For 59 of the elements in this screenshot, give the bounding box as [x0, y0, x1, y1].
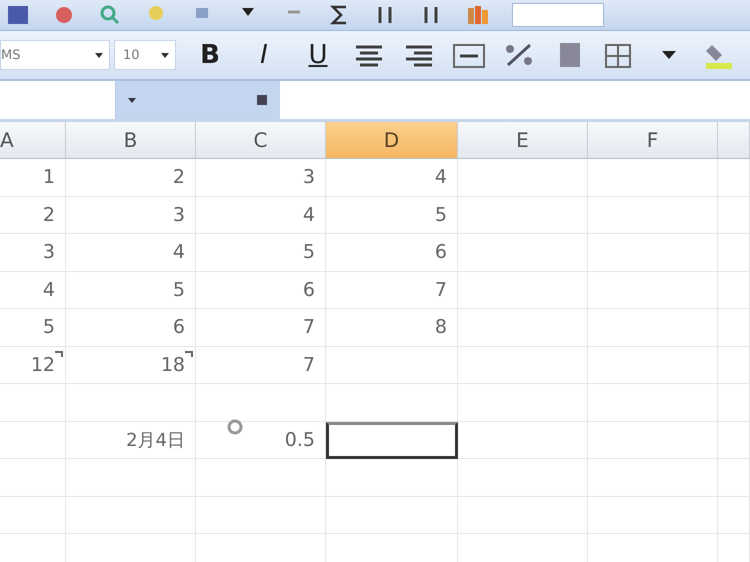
- font-name-field[interactable]: MS: [0, 40, 110, 70]
- table-cell: 5: [196, 234, 326, 272]
- table-cell: 5: [66, 272, 196, 309]
- font-size-field[interactable]: 10: [114, 40, 176, 70]
- column-header[interactable]: C: [196, 122, 326, 159]
- table-cell: 7: [196, 346, 326, 384]
- error-indicator-icon[interactable]: [185, 350, 193, 356]
- empty-cell: [718, 384, 750, 422]
- smart-tag-icon[interactable]: [226, 418, 244, 436]
- font-size: 10: [123, 48, 140, 62]
- italic-button[interactable]: I: [244, 37, 284, 73]
- table-cell: 3: [66, 196, 196, 234]
- column-header[interactable]: D: [326, 122, 458, 159]
- table-cell: 2: [66, 159, 196, 196]
- table-cell: 6: [326, 234, 458, 272]
- error-indicator-icon[interactable]: [55, 350, 63, 356]
- table-cell: 4: [326, 159, 458, 196]
- empty-cell: [718, 309, 750, 346]
- empty-cell: [0, 384, 66, 422]
- table-cell: 6: [66, 309, 196, 346]
- table-cell: 8: [326, 309, 458, 346]
- table-cell: 2: [0, 196, 66, 234]
- table-cell: 2月4日: [66, 422, 196, 459]
- column-header[interactable]: B: [66, 122, 196, 159]
- empty-cell: [718, 346, 750, 384]
- table-cell: 7: [196, 309, 326, 346]
- empty-cell: [0, 496, 66, 534]
- column-header[interactable]: F: [588, 122, 718, 159]
- empty-cell: [718, 459, 750, 496]
- table-cell: 18: [66, 346, 196, 384]
- empty-cell: [718, 234, 750, 272]
- table-cell: 3: [0, 234, 66, 272]
- table-cell: 0.5: [196, 422, 326, 459]
- table-cell: 6: [196, 272, 326, 309]
- dropdown-icon[interactable]: [128, 96, 136, 104]
- table-cell: 5: [326, 196, 458, 234]
- bold-button[interactable]: B: [190, 37, 230, 73]
- empty-cell: [718, 496, 750, 534]
- zoom-field[interactable]: [512, 3, 604, 27]
- empty-cell: [718, 422, 750, 459]
- table-cell: 5: [0, 309, 66, 346]
- empty-cell: [718, 196, 750, 234]
- empty-cell: [0, 422, 66, 459]
- caret-icon[interactable]: [95, 52, 103, 58]
- table-cell: 4: [196, 196, 326, 234]
- column-header[interactable]: E: [458, 122, 588, 159]
- table-cell: 3: [196, 159, 326, 196]
- font-name: MS: [1, 48, 20, 62]
- empty-cell: [718, 272, 750, 309]
- table-cell: 4: [0, 272, 66, 309]
- table-cell: 1: [0, 159, 66, 196]
- empty-cell: [0, 459, 66, 496]
- chart-icon[interactable]: [466, 4, 490, 26]
- table-cell: 7: [326, 272, 458, 309]
- table-cell: 4: [66, 234, 196, 272]
- caret-icon[interactable]: [161, 52, 169, 58]
- table-cell: 12: [0, 346, 66, 384]
- column-header[interactable]: A: [0, 122, 66, 159]
- underline-button[interactable]: U: [298, 37, 338, 73]
